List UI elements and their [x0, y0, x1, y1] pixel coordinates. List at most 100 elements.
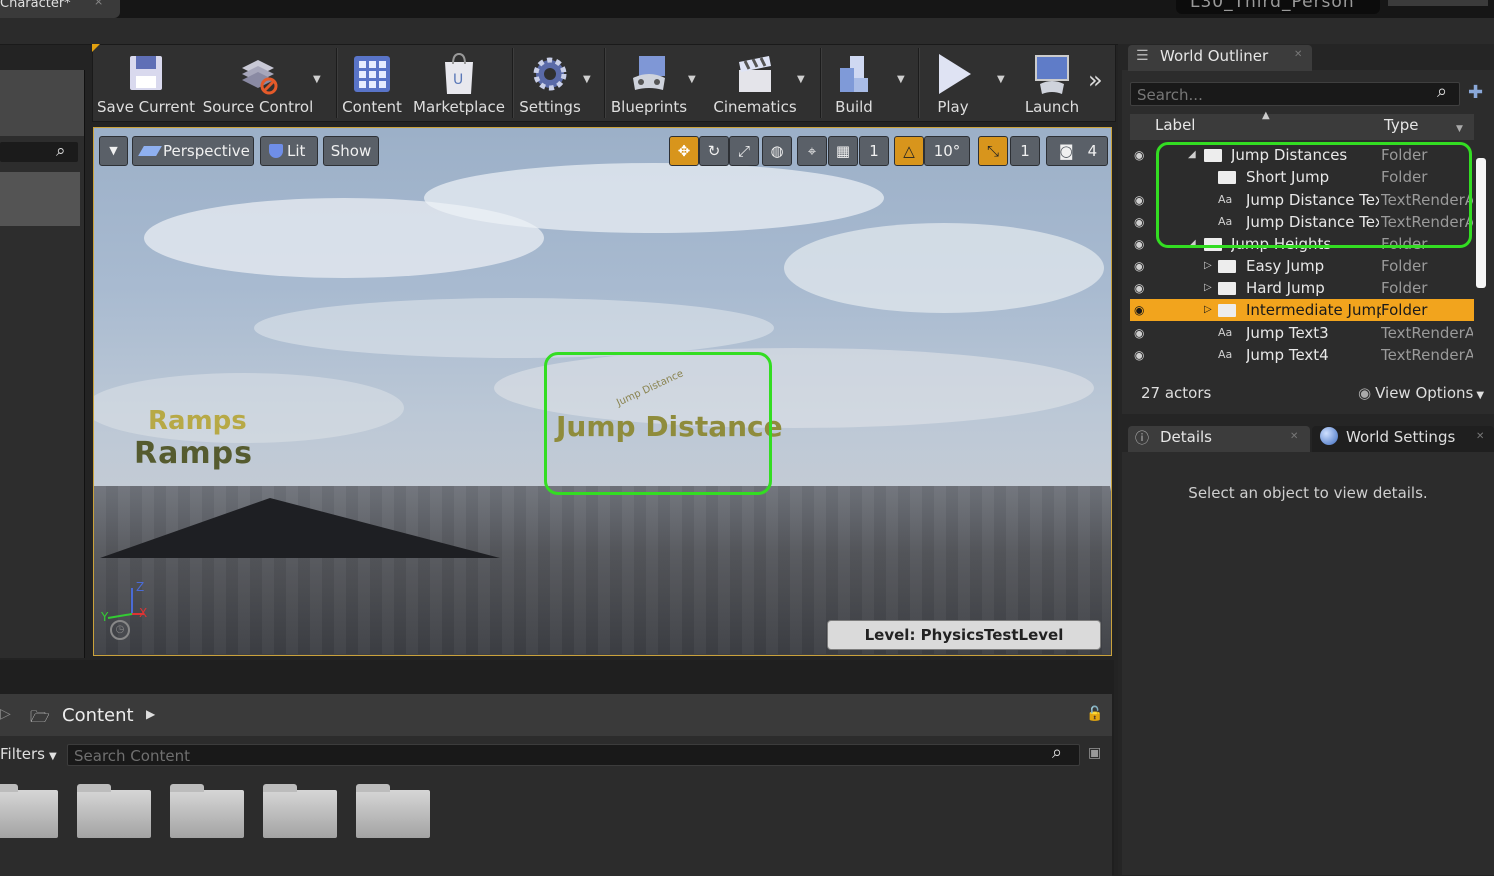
eye-icon[interactable]: ◉ — [1134, 211, 1144, 233]
text-render-icon: Aa — [1218, 326, 1233, 339]
row-type: Folder — [1381, 257, 1428, 275]
eye-icon[interactable]: ◉ — [1134, 255, 1144, 277]
path-arrow-icon[interactable]: ▶ — [146, 707, 155, 721]
toolbar-label: Save Current — [97, 98, 195, 116]
play-button[interactable]: Play — [922, 50, 984, 120]
view-options-label: View Options — [1375, 384, 1474, 402]
settings-button[interactable]: Settings — [516, 50, 584, 120]
build-button[interactable]: Build — [826, 50, 882, 120]
outliner-row-selected[interactable]: ◉ ▷ Intermediate Jump Folder — [1130, 299, 1474, 321]
row-type: Folder — [1381, 279, 1428, 297]
scale-snap-value[interactable]: 1 — [1010, 136, 1040, 166]
eye-icon[interactable]: ◉ — [1134, 344, 1144, 366]
sources-toggle-icon[interactable]: ▷ — [0, 706, 11, 722]
eye-icon[interactable]: ◉ — [1134, 277, 1144, 299]
launch-button[interactable]: Launch — [1018, 50, 1086, 120]
eye-icon[interactable]: ◉ — [1134, 144, 1144, 166]
save-current-button[interactable]: Save Current — [96, 50, 196, 120]
eye-icon[interactable]: ◉ — [1134, 189, 1144, 211]
marketplace-button[interactable]: U Marketplace — [412, 50, 506, 120]
search-icon[interactable]: ⌕ — [1052, 742, 1062, 763]
content-path-root[interactable]: Content — [62, 705, 134, 726]
ramp-mesh — [100, 498, 500, 558]
expand-triangle-icon[interactable]: ▷ — [1204, 255, 1212, 277]
toolbar-divider — [918, 48, 920, 118]
chevron-down-icon[interactable]: ▼ — [797, 74, 805, 85]
content-search-input[interactable]: Search Content — [67, 744, 1080, 766]
column-label[interactable]: Label — [1155, 116, 1195, 134]
outliner-row[interactable]: ◉ ▷ Easy Jump Folder — [1130, 255, 1474, 277]
close-icon[interactable]: × — [94, 0, 103, 8]
translate-mode-icon[interactable]: ✥ — [669, 136, 699, 166]
eye-icon[interactable]: ◉ — [1134, 299, 1144, 321]
toolbar-label: Source Control — [202, 98, 314, 116]
outliner-search-input[interactable]: Search... — [1130, 82, 1460, 106]
viewport-options-button[interactable]: ▼ — [99, 136, 128, 166]
eye-icon[interactable]: ◉ — [1134, 322, 1144, 344]
expand-triangle-icon[interactable]: ▷ — [1204, 277, 1212, 299]
row-label: Intermediate Jump — [1246, 301, 1381, 319]
grid-snap-icon[interactable]: ▦ — [828, 136, 858, 166]
content-folder[interactable] — [356, 784, 430, 838]
lock-icon[interactable]: 🔓 — [1086, 706, 1103, 722]
text-render-icon: Aa — [1218, 348, 1233, 361]
chevron-down-icon[interactable]: ▼ — [688, 74, 696, 85]
window-controls[interactable] — [1388, 0, 1488, 6]
add-folder-icon[interactable]: ✚ — [1468, 82, 1483, 103]
cinematics-button[interactable]: Cinematics — [710, 50, 800, 120]
camera-speed-button[interactable]: ◙ 4 — [1046, 136, 1108, 166]
outliner-row[interactable]: ◉ Aa Jump Text4 TextRenderActor — [1130, 344, 1474, 366]
close-icon[interactable]: ✕ — [1290, 431, 1298, 442]
lit-button[interactable]: Lit — [260, 136, 318, 166]
content-folder[interactable] — [77, 784, 151, 838]
world-outliner-tab-label: World Outliner — [1160, 47, 1269, 65]
content-button[interactable]: Content — [340, 50, 404, 120]
row-label: Hard Jump — [1246, 279, 1325, 297]
expand-triangle-icon[interactable]: ▷ — [1204, 299, 1212, 321]
chevron-down-icon[interactable]: ▼ — [313, 74, 321, 85]
source-control-button[interactable]: Source Control — [200, 50, 316, 120]
grid-snap-value[interactable]: 1 — [859, 136, 889, 166]
gamepad-icon — [633, 56, 665, 90]
folder-icon — [1218, 282, 1236, 295]
rotation-snap-value[interactable]: 10° — [924, 136, 970, 166]
modes-tab-strip[interactable] — [0, 70, 84, 136]
scale-snap-icon[interactable]: ⤡ — [978, 136, 1008, 166]
svg-text:U: U — [453, 72, 463, 88]
rotate-mode-icon[interactable]: ↻ — [699, 136, 729, 166]
close-icon[interactable]: ✕ — [1476, 431, 1484, 442]
chevron-down-icon[interactable]: ▼ — [1456, 124, 1463, 134]
scale-mode-icon[interactable]: ⤢ — [729, 136, 759, 166]
search-icon[interactable]: ⌕ — [1437, 81, 1447, 102]
details-panel — [1122, 452, 1494, 875]
chevron-down-icon[interactable]: ▼ — [897, 74, 905, 85]
filters-button[interactable]: Filters ▼ — [0, 745, 57, 763]
world-local-icon[interactable]: ◍ — [762, 136, 792, 166]
sort-ascending-icon: ▲ — [1262, 110, 1270, 121]
surface-snap-icon[interactable]: ⌖ — [797, 136, 827, 166]
row-label: Jump Text4 — [1246, 346, 1329, 364]
close-icon[interactable]: ✕ — [1294, 49, 1302, 60]
modes-list-item[interactable] — [0, 172, 80, 226]
content-folder[interactable] — [170, 784, 244, 838]
toolbar-more-icon[interactable]: » — [1088, 66, 1103, 94]
scene-text-ramps-back: Ramps — [148, 406, 247, 436]
content-folder[interactable] — [0, 784, 58, 838]
chevron-down-icon[interactable]: ▼ — [997, 74, 1005, 85]
perspective-button[interactable]: Perspective — [132, 136, 254, 166]
outliner-scrollbar[interactable] — [1476, 158, 1486, 288]
outliner-row[interactable]: ◉ Aa Jump Text3 TextRenderActor — [1130, 322, 1474, 344]
rotation-snap-icon[interactable]: △ — [894, 136, 924, 166]
blueprints-button[interactable]: Blueprints — [608, 50, 690, 120]
eye-icon[interactable]: ◉ — [1134, 233, 1144, 255]
view-options-button[interactable]: ◉ View Options ▼ — [1358, 384, 1484, 402]
chevron-down-icon[interactable]: ▼ — [583, 74, 591, 85]
document-tab-label[interactable]: Character* — [0, 0, 71, 11]
details-tab[interactable] — [1128, 426, 1310, 452]
outliner-row[interactable]: ◉ ▷ Hard Jump Folder — [1130, 277, 1474, 299]
save-search-icon[interactable]: ▣ — [1088, 745, 1101, 761]
show-button[interactable]: Show — [323, 136, 379, 166]
content-folder[interactable] — [263, 784, 337, 838]
modes-search-input[interactable] — [0, 142, 78, 162]
column-type[interactable]: Type — [1384, 116, 1418, 134]
